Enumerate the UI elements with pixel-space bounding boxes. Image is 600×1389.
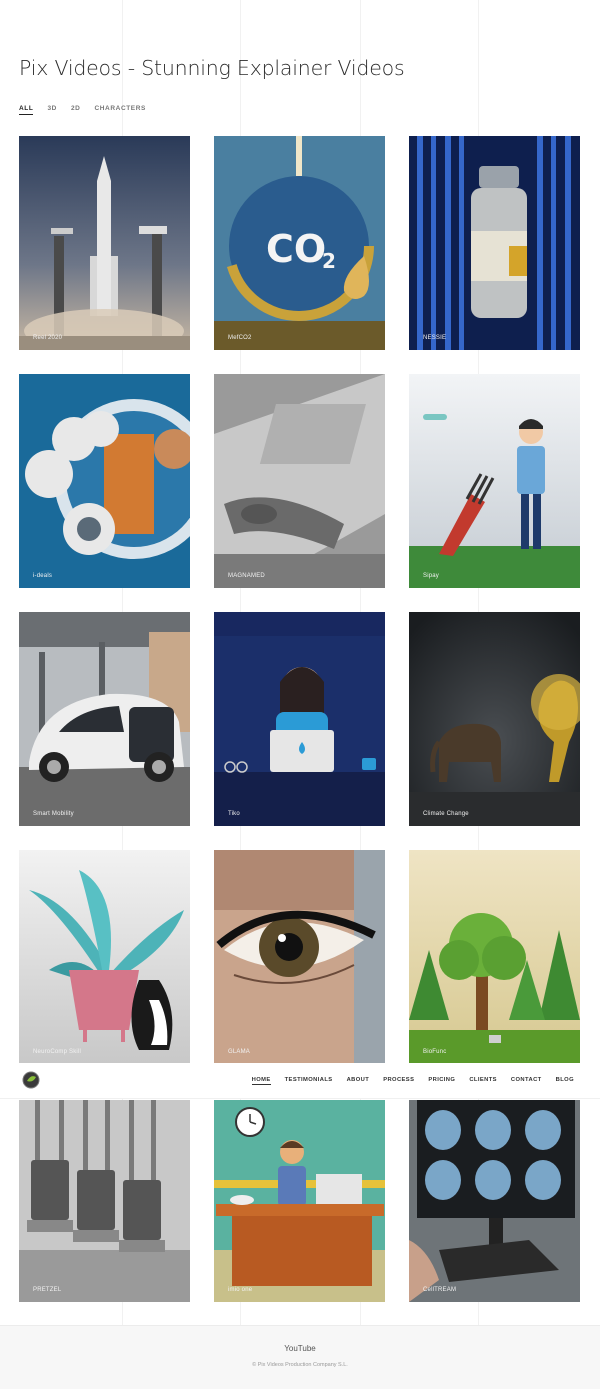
nav-about[interactable]: ABOUT: [347, 1077, 370, 1085]
portfolio-tile-i-deals[interactable]: i-deals: [19, 374, 190, 588]
eye-thumbnail: [214, 850, 385, 1064]
copyright: © Pix Videos Production Company S.L.: [252, 1362, 348, 1368]
portfolio-tile-smart-mobility[interactable]: Smart Mobility: [19, 612, 190, 826]
nav-menu: HOME TESTIMONIALS ABOUT PROCESS PRICING …: [251, 1077, 574, 1085]
tile-label: BioFunc: [423, 1049, 447, 1055]
portfolio-tile-magnamed[interactable]: MAGNAMED: [214, 374, 385, 588]
car-thumbnail: [19, 612, 190, 826]
tile-label: MefCO2: [228, 335, 252, 341]
co2-thumbnail: CO 2: [214, 136, 385, 350]
nav-clients[interactable]: CLIENTS: [469, 1077, 497, 1085]
logo[interactable]: [22, 1071, 40, 1089]
svg-text:2: 2: [322, 249, 336, 273]
portfolio-tile-nessie[interactable]: NESSIE: [409, 136, 580, 350]
nav-contact[interactable]: CONTACT: [511, 1077, 542, 1085]
portfolio-tile-mefco2[interactable]: CO 2 MefCO2: [214, 136, 385, 350]
portfolio-tile-biofunc[interactable]: BioFunc: [409, 850, 580, 1064]
tile-label: Tiko: [228, 811, 240, 817]
nav-process[interactable]: PROCESS: [383, 1077, 414, 1085]
filter-characters[interactable]: CHARACTERS: [94, 105, 146, 115]
tile-label: NeuroComp Skill: [33, 1049, 82, 1055]
plant-thumbnail: [19, 850, 190, 1064]
brain-scan-thumbnail: [409, 1100, 580, 1302]
portfolio-tile-tiko[interactable]: Tiko: [214, 612, 385, 826]
svg-text:CO: CO: [266, 227, 326, 271]
office-thumbnail: [214, 1100, 385, 1302]
golf-thumbnail: [409, 374, 580, 588]
portfolio-tile-neurocomp-skill[interactable]: NeuroComp Skill: [19, 850, 190, 1064]
machines-thumbnail: [19, 1100, 190, 1302]
tile-label: i-deals: [33, 573, 53, 579]
tile-label: MAGNAMED: [228, 573, 265, 579]
ideals-thumbnail: [19, 374, 190, 588]
filter-2d[interactable]: 2D: [71, 105, 81, 115]
laptop-thumbnail: [214, 612, 385, 826]
nav-home[interactable]: HOME: [251, 1077, 271, 1085]
tile-label: PRETZEL: [33, 1287, 62, 1293]
youtube-link[interactable]: YouTube: [0, 1344, 600, 1353]
portfolio-tile-pretzel[interactable]: PRETZEL: [19, 1100, 190, 1302]
tile-label: Smart Mobility: [33, 811, 74, 817]
elephant-thumbnail: [409, 612, 580, 826]
portfolio-tile-climate-change[interactable]: Climate Change: [409, 612, 580, 826]
portfolio-tile-glama[interactable]: GLAMA: [214, 850, 385, 1064]
portfolio-filters: ALL 3D 2D CHARACTERS: [19, 105, 146, 115]
tile-label: Climate Change: [423, 811, 469, 817]
footer: YouTube © Pix Videos Production Company …: [0, 1325, 600, 1389]
tile-label: GLAMA: [228, 1049, 251, 1055]
nav-pricing[interactable]: PRICING: [428, 1077, 455, 1085]
page-title: Pix Videos - Stunning Explainer Videos: [19, 56, 405, 80]
rocket-thumbnail: [19, 136, 190, 350]
portfolio-tile-sipay[interactable]: Sipay: [409, 374, 580, 588]
pix-videos-logo-icon: [22, 1071, 40, 1089]
nav-testimonials[interactable]: TESTIMONIALS: [285, 1077, 333, 1085]
tile-label: CellTREAM: [423, 1287, 457, 1293]
tile-label: Reel 2020: [33, 335, 63, 341]
portfolio-tile-celltream[interactable]: CellTREAM: [409, 1100, 580, 1302]
tile-label: NESSIE: [423, 335, 447, 341]
tile-label: imio one: [228, 1287, 253, 1293]
main-navbar: HOME TESTIMONIALS ABOUT PROCESS PRICING …: [0, 1063, 600, 1099]
capsule-thumbnail: [214, 374, 385, 588]
portfolio-tile-imio-one[interactable]: imio one: [214, 1100, 385, 1302]
tile-label: Sipay: [423, 573, 440, 579]
filter-all[interactable]: ALL: [19, 105, 34, 115]
nav-blog[interactable]: BLOG: [556, 1077, 574, 1085]
filter-3d[interactable]: 3D: [47, 105, 57, 115]
portfolio-tile-reel-2020[interactable]: Reel 2020: [19, 136, 190, 350]
forest-thumbnail: [409, 850, 580, 1064]
vial-thumbnail: [409, 136, 580, 350]
